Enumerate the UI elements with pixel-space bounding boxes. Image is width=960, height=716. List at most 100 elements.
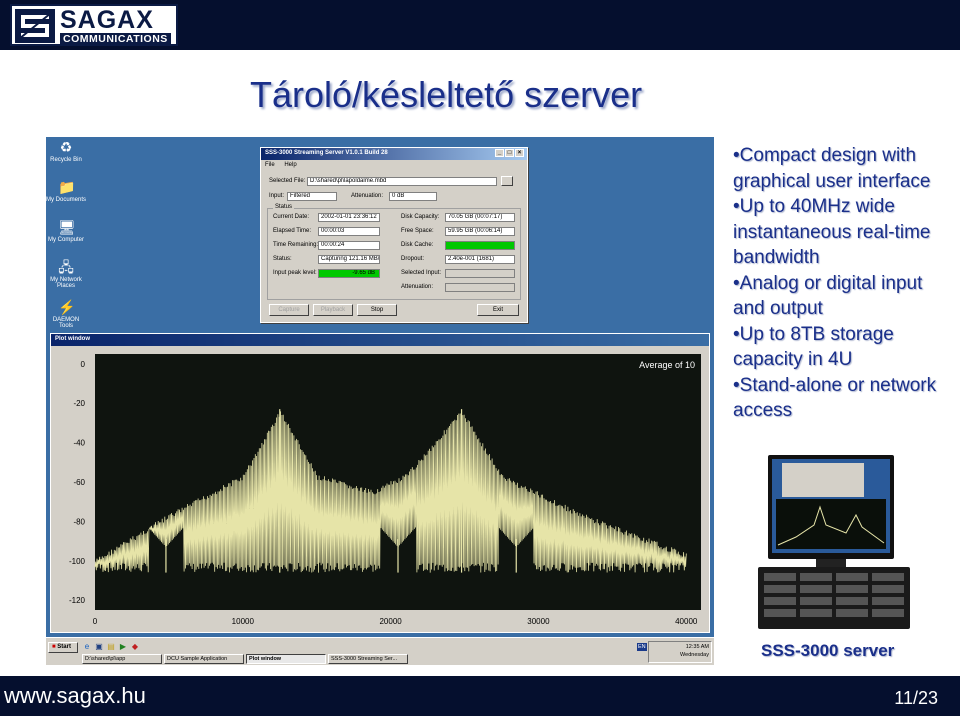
desktop-icon-label: My Documents: [46, 197, 87, 203]
quicklaunch-desktop-icon[interactable]: ▣: [94, 642, 104, 652]
exit-button[interactable]: Exit: [477, 304, 519, 316]
windows-logo-icon: ■: [52, 644, 56, 650]
daemon-tools-icon: ⚡: [58, 299, 76, 315]
input-peak-label: Input peak level:: [273, 270, 317, 276]
plot-window-titlebar[interactable]: Plot window: [51, 334, 709, 346]
x-tick-label: 40000: [675, 617, 698, 626]
attenuation-label: Attenuation:: [351, 193, 384, 199]
selected-file-label: Selected File:: [269, 178, 306, 184]
feature-bullet: •Stand-alone or network access: [733, 374, 937, 422]
feature-bullet: •Analog or digital input and output: [733, 272, 923, 320]
y-tick-label: -80: [73, 517, 85, 526]
plot-annotation: Average of 10: [639, 360, 695, 370]
quicklaunch-media-icon[interactable]: ▶: [118, 642, 128, 652]
input-peak-meter: -9.65 dB: [318, 269, 380, 278]
time-remaining-label: Time Remaining:: [273, 242, 319, 248]
sagax-logo: SAGAX COMMUNICATIONS: [10, 4, 178, 46]
y-tick-label: -120: [69, 596, 86, 605]
window-titlebar[interactable]: SSS-3000 Streaming Server V1.0.1 Build 2…: [261, 148, 527, 160]
recycle-bin-icon: ♻: [59, 139, 73, 155]
feature-list: •Compact design with graphical user inte…: [733, 143, 958, 424]
stop-button[interactable]: Stop: [357, 304, 397, 316]
x-tick-label: 10000: [232, 617, 255, 626]
computer-icon: 🖥: [58, 219, 76, 235]
desktop-icon[interactable]: ♻ Recycle Bin: [46, 139, 86, 163]
start-label: Start: [57, 644, 71, 650]
x-tick-label: 0: [93, 617, 98, 626]
menu-file[interactable]: File: [265, 162, 275, 168]
desktop-icon-label: My Network Places: [50, 277, 82, 289]
taskbar-item[interactable]: D:\shared\pl\app: [82, 654, 162, 664]
desktop-icon[interactable]: 🖧 My Network Places: [46, 259, 86, 289]
disk-capacity-label: Disk Capacity:: [401, 214, 440, 220]
feature-bullet: •Up to 8TB storage capacity in 4U: [733, 323, 894, 371]
close-icon[interactable]: ×: [515, 149, 524, 157]
desktop-icon-label: DAEMON Tools: [52, 317, 80, 329]
selected-input-value: [445, 269, 515, 278]
disk-capacity-value: 70.05 GB (00:07:17): [445, 213, 515, 222]
browse-button[interactable]: [501, 176, 513, 186]
disk-cache-bar: [445, 241, 515, 250]
server-product-photo: [758, 455, 910, 629]
minimize-icon[interactable]: _: [495, 149, 504, 157]
clock-day: Wednesday: [680, 652, 709, 658]
logo-brand-text: SAGAX: [60, 6, 154, 34]
clock-time[interactable]: 12:35 AM: [651, 643, 709, 651]
status-label: Status:: [273, 256, 292, 262]
streaming-server-window: SSS-3000 Streaming Server V1.0.1 Build 2…: [260, 147, 528, 323]
menu-bar: File Help: [261, 160, 527, 170]
feature-bullet: •Compact design with graphical user inte…: [733, 145, 931, 192]
system-tray: EN 12:35 AM Wednesday: [637, 641, 712, 663]
maximize-icon[interactable]: □: [505, 149, 514, 157]
y-tick-label: -100: [69, 557, 86, 566]
y-tick-label: -60: [73, 478, 85, 487]
desktop-screenshot: ♻ Recycle Bin 📁 My Documents 🖥 My Computer 🖧 My…: [46, 137, 714, 665]
y-tick-label: 0: [81, 360, 86, 369]
current-date-label: Current Date:: [273, 214, 310, 220]
elapsed-time-value: 00:00:03: [318, 227, 380, 236]
taskbar-item[interactable]: DCU Sample Application: [164, 654, 244, 664]
quicklaunch-ie-icon[interactable]: e: [82, 642, 92, 652]
desktop-icon[interactable]: 📁 My Documents: [46, 179, 86, 203]
attenuation-select[interactable]: 0 dB: [389, 192, 437, 201]
quicklaunch-app-icon[interactable]: ◆: [130, 642, 140, 652]
capture-button[interactable]: Capture: [269, 304, 309, 316]
y-tick-label: -40: [73, 439, 85, 448]
taskbar-item[interactable]: SSS-3000 Streaming Ser...: [328, 654, 408, 664]
taskbar: ■ Start e ▣ ▤ ▶ ◆ D:\shared\pl\app DCU Sa…: [46, 637, 714, 665]
y-tick-label: -20: [73, 399, 85, 408]
feature-bullet: •Up to 40MHz wide instantaneous real-tim…: [733, 196, 931, 268]
attenuation-status-value: [445, 283, 515, 292]
network-icon: 🖧: [58, 259, 74, 275]
menu-help[interactable]: Help: [284, 162, 296, 168]
input-label: Input:: [269, 193, 285, 199]
attenuation-status-label: Attenuation:: [401, 284, 434, 290]
quicklaunch-explorer-icon[interactable]: ▤: [106, 642, 116, 652]
x-tick-label: 30000: [527, 617, 550, 626]
product-caption: SSS-3000 server: [761, 641, 895, 660]
header-bar: SAGAX COMMUNICATIONS: [0, 0, 960, 50]
dropout-label: Dropout:: [401, 256, 425, 262]
x-tick-label: 20000: [379, 617, 402, 626]
footer-url[interactable]: www.sagax.hu: [4, 683, 146, 709]
taskbar-item[interactable]: Plot window: [246, 654, 326, 664]
plot-window-title: Plot window: [55, 336, 90, 342]
desktop-icon[interactable]: 🖥 My Computer: [46, 219, 86, 243]
desktop-icon[interactable]: ⚡ DAEMON Tools: [46, 299, 86, 329]
dropout-value: 2.40e-001 (1681): [445, 255, 515, 264]
language-indicator[interactable]: EN: [637, 643, 647, 651]
elapsed-time-label: Elapsed Time:: [273, 228, 312, 234]
status-group-title: Status: [273, 204, 295, 210]
selected-file-field[interactable]: D:\shared\pl\lapoldalme.mbd: [307, 177, 497, 186]
spectrum-plot: 0 -20 -40 -60 -80 -100 -120 0 10000 20000 30000 400…: [51, 348, 709, 632]
playback-button[interactable]: Playback: [313, 304, 353, 316]
start-button[interactable]: ■ Start: [48, 642, 78, 653]
desktop-icon-label: Recycle Bin: [50, 157, 82, 163]
window-title: SSS-3000 Streaming Server V1.0.1 Build 2…: [265, 150, 388, 156]
input-select[interactable]: Filtered: [287, 192, 337, 201]
disk-cache-label: Disk Cache:: [401, 242, 434, 248]
current-date-value: 2002-01-01 23:36:12: [318, 213, 380, 222]
selected-input-label: Selected Input:: [401, 270, 442, 276]
slide-title: Tároló/késleltető szerver: [250, 74, 643, 115]
plot-window: Plot window 0 -20 -40 -60 -80 -100 -120 0 10000 2…: [50, 333, 710, 633]
